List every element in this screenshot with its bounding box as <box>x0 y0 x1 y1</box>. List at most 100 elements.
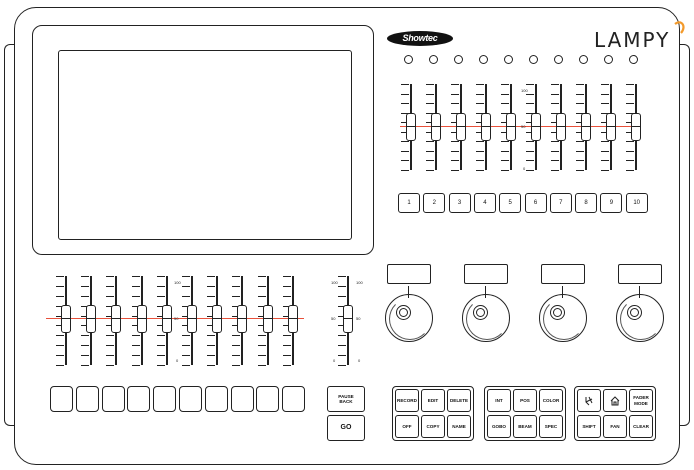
spec-button[interactable]: SPEC <box>539 415 563 438</box>
beam-button[interactable]: BEAM <box>513 415 537 438</box>
fader-knob[interactable] <box>287 305 298 333</box>
fader-knob[interactable] <box>237 305 248 333</box>
fader-tick <box>257 296 266 297</box>
rotary-encoder[interactable] <box>462 294 510 342</box>
fader-tick <box>401 103 409 104</box>
fader-tick <box>338 286 346 287</box>
fader-knob[interactable] <box>631 113 641 141</box>
flash-button[interactable] <box>204 386 228 412</box>
pause-back-button[interactable]: PAUSE BACK <box>327 386 365 412</box>
flash-button[interactable] <box>230 386 254 412</box>
fader-knob[interactable] <box>506 113 516 141</box>
fader-tick <box>182 355 190 356</box>
fader-tick <box>232 335 241 336</box>
master-scale-max-right: 100 <box>356 280 363 285</box>
number-button[interactable]: 9 <box>600 193 623 213</box>
flash-button[interactable] <box>50 386 73 412</box>
encoder-display <box>464 264 508 284</box>
number-button[interactable]: 8 <box>575 193 598 213</box>
fader-knob[interactable] <box>431 113 441 141</box>
fader-knob[interactable] <box>161 305 172 333</box>
name-label: NAME <box>452 423 466 429</box>
fader-tick <box>106 276 115 277</box>
fader-knob[interactable] <box>406 113 416 141</box>
name-button[interactable]: NAME <box>447 415 471 438</box>
rotary-encoder[interactable] <box>385 294 433 342</box>
fader-tick <box>401 170 409 171</box>
fader-tick <box>601 103 609 104</box>
record-button[interactable]: RECORD <box>395 389 419 412</box>
number-button[interactable]: 5 <box>499 193 522 213</box>
number-button[interactable]: 3 <box>448 193 471 213</box>
fader-tick <box>106 335 115 336</box>
int-button[interactable]: INT <box>487 389 511 412</box>
number-button-label: 5 <box>508 200 512 206</box>
home-button[interactable] <box>603 389 627 412</box>
fader-mode-button[interactable]: FADER MODE <box>629 389 653 412</box>
fader-knob[interactable] <box>606 113 616 141</box>
number-button[interactable]: 10 <box>625 193 648 213</box>
fader-tick <box>476 160 484 161</box>
fader-tick <box>526 103 534 104</box>
fader-knob[interactable] <box>481 113 491 141</box>
gobo-label: GOBO <box>491 423 507 429</box>
product-name: LAMPY <box>594 28 671 52</box>
fader-knob[interactable] <box>111 305 122 333</box>
number-button[interactable]: 7 <box>549 193 572 213</box>
master-scale-min-right: 0 <box>358 358 361 363</box>
flash-button[interactable] <box>75 386 99 412</box>
flash-button[interactable] <box>179 386 202 412</box>
flash-button[interactable] <box>153 386 177 412</box>
gobo-button[interactable]: GOBO <box>487 415 511 438</box>
fader-knob[interactable] <box>61 305 71 333</box>
fader-knob[interactable] <box>556 113 566 141</box>
channel-led <box>479 55 488 64</box>
fader-tick <box>56 345 64 346</box>
pos-button[interactable]: POS <box>513 389 537 412</box>
delete-button[interactable]: DELETE <box>447 389 471 412</box>
copy-button[interactable]: COPY <box>421 415 445 438</box>
go-button[interactable]: GO <box>327 415 365 441</box>
color-button[interactable]: COLOR <box>539 389 563 412</box>
flash-button[interactable] <box>101 386 125 412</box>
fan-button[interactable]: FAN <box>603 415 627 438</box>
fader-knob[interactable] <box>86 305 97 333</box>
touchscreen-display[interactable] <box>58 50 352 240</box>
off-button[interactable]: OFF <box>395 415 419 438</box>
number-button[interactable]: 4 <box>473 193 496 213</box>
edit-button[interactable]: EDIT <box>421 389 445 412</box>
flash-button[interactable] <box>256 386 280 412</box>
fader-tick <box>426 84 434 85</box>
fader-knob[interactable] <box>212 305 223 333</box>
fader-tick <box>182 345 190 346</box>
number-button[interactable]: 2 <box>423 193 446 213</box>
rotary-encoder[interactable] <box>539 294 587 342</box>
fader-knob[interactable] <box>187 305 197 333</box>
fader-tick <box>207 355 216 356</box>
number-button[interactable]: 6 <box>524 193 547 213</box>
clear-button[interactable]: CLEAR <box>629 415 653 438</box>
fader-tick <box>282 335 291 336</box>
fader-tick <box>501 160 509 161</box>
rotary-encoder[interactable] <box>616 294 664 342</box>
flash-button[interactable] <box>282 386 306 412</box>
number-button[interactable]: 1 <box>398 193 420 213</box>
fixture-button[interactable] <box>577 389 601 412</box>
fader-tick <box>56 335 64 336</box>
fader-knob[interactable] <box>136 305 147 333</box>
fader-tick <box>182 365 190 366</box>
fader-knob[interactable] <box>343 305 353 333</box>
fader-tick <box>626 84 634 85</box>
number-button-label: 8 <box>584 200 588 206</box>
encoder-center <box>476 308 485 317</box>
fader-knob[interactable] <box>456 113 466 141</box>
fader-tick <box>338 276 346 277</box>
fader-knob[interactable] <box>262 305 273 333</box>
fader-knob[interactable] <box>531 113 541 141</box>
shift-button[interactable]: SHIFT <box>577 415 601 438</box>
fader-knob[interactable] <box>581 113 591 141</box>
fader-tick <box>501 94 509 95</box>
fader-tick <box>551 103 559 104</box>
flash-button[interactable] <box>127 386 151 412</box>
fader-tick <box>232 345 241 346</box>
